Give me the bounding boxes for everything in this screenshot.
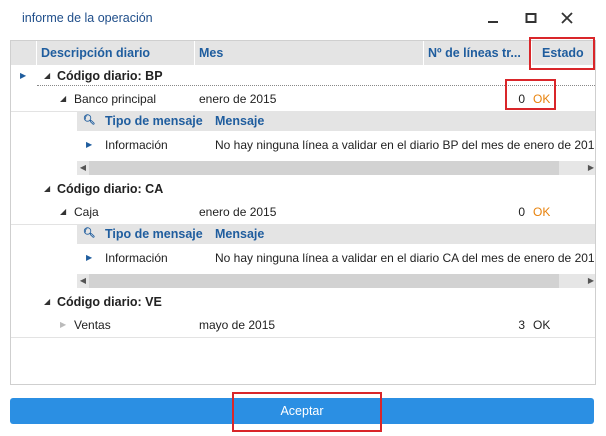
accept-button[interactable]: Aceptar xyxy=(10,398,594,424)
detail-grid-ca: 🔍︎ Tipo de mensaje Mensaje ▶ Información… xyxy=(77,224,596,290)
cell-descripcion: Ventas xyxy=(74,318,111,332)
minimize-button[interactable] xyxy=(481,8,505,28)
collapse-triangle-icon[interactable]: ◢ xyxy=(44,71,50,80)
data-row-ca[interactable]: ◢ Caja enero de 2015 0 OK xyxy=(11,200,595,224)
cell-estado: OK xyxy=(533,92,551,106)
scroll-right-icon[interactable]: ▶ xyxy=(585,161,595,175)
group-label: Código diario: VE xyxy=(57,295,162,309)
cell-mes: enero de 2015 xyxy=(199,92,277,106)
detail-cell-mensaje: No hay ninguna línea a validar en el dia… xyxy=(215,138,596,152)
scroll-left-icon[interactable]: ◀ xyxy=(77,274,89,288)
data-row-bp[interactable]: ◢ Banco principal enero de 2015 0 OK xyxy=(11,87,595,111)
scroll-right-icon[interactable]: ▶ xyxy=(585,274,595,288)
cell-estado: OK xyxy=(533,205,551,219)
group-label: Código diario: BP xyxy=(57,69,163,83)
detail-grid-bp: 🔍︎ Tipo de mensaje Mensaje ▶ Información… xyxy=(77,111,596,177)
collapse-triangle-icon[interactable]: ◢ xyxy=(60,94,66,103)
cell-descripcion: Caja xyxy=(74,205,99,219)
data-row-ve[interactable]: ▶ Ventas mayo de 2015 3 OK xyxy=(11,313,595,337)
detail-cell-mensaje: No hay ninguna línea a validar en el dia… xyxy=(215,251,596,265)
column-header-mes[interactable]: Mes xyxy=(195,41,424,65)
detail-cell-tipo: Información xyxy=(105,138,168,152)
cell-mes: mayo de 2015 xyxy=(199,318,276,332)
focus-outline xyxy=(37,85,595,86)
group-row-ve[interactable]: ◢ Código diario: VE xyxy=(11,291,595,313)
detail-column-tipo[interactable]: Tipo de mensaje xyxy=(105,111,203,131)
maximize-icon xyxy=(525,13,537,23)
cell-descripcion: Banco principal xyxy=(74,92,157,106)
cell-lineas: 0 xyxy=(518,205,525,219)
report-grid: Descripción diario Mes Nº de líneas tr..… xyxy=(10,40,596,385)
horizontal-scrollbar[interactable]: ◀ ▶ xyxy=(77,274,595,288)
cell-mes: enero de 2015 xyxy=(199,205,277,219)
window-title: informe de la operación xyxy=(22,11,153,25)
collapse-triangle-icon[interactable]: ◢ xyxy=(60,207,66,216)
title-bar: informe de la operación xyxy=(0,0,606,36)
column-header-descripcion[interactable]: Descripción diario xyxy=(37,41,195,65)
column-header-lineas[interactable]: Nº de líneas tr... xyxy=(424,41,532,65)
column-header-estado[interactable]: Estado xyxy=(532,41,595,65)
current-row-indicator-icon: ▶ xyxy=(86,253,93,262)
close-button[interactable] xyxy=(555,8,579,28)
row-divider xyxy=(11,337,595,338)
scrollbar-thumb[interactable] xyxy=(89,274,559,288)
scrollbar-thumb[interactable] xyxy=(89,161,559,175)
header-indicator-cell xyxy=(11,41,37,65)
horizontal-scrollbar[interactable]: ◀ ▶ xyxy=(77,161,595,175)
detail-cell-tipo: Información xyxy=(105,251,168,265)
group-row-ca[interactable]: ◢ Código diario: CA xyxy=(11,178,595,200)
detail-header: 🔍︎ Tipo de mensaje Mensaje xyxy=(77,224,595,244)
cell-lineas: 3 xyxy=(518,318,525,332)
group-label: Código diario: CA xyxy=(57,182,164,196)
close-icon xyxy=(561,12,573,24)
minimize-icon xyxy=(488,21,498,23)
detail-header: 🔍︎ Tipo de mensaje Mensaje xyxy=(77,111,595,131)
detail-column-tipo[interactable]: Tipo de mensaje xyxy=(105,224,203,244)
detail-column-mensaje[interactable]: Mensaje xyxy=(215,111,264,131)
detail-column-mensaje[interactable]: Mensaje xyxy=(215,224,264,244)
cell-estado: OK xyxy=(533,318,551,332)
maximize-button[interactable] xyxy=(519,8,543,28)
collapse-triangle-icon[interactable]: ◢ xyxy=(44,297,50,306)
expand-triangle-icon[interactable]: ▶ xyxy=(60,320,66,329)
scroll-left-icon[interactable]: ◀ xyxy=(77,161,89,175)
cell-lineas: 0 xyxy=(518,92,525,106)
group-row-bp[interactable]: ▶ ◢ Código diario: BP xyxy=(11,65,595,87)
search-icon[interactable]: 🔍︎ xyxy=(83,224,96,244)
search-icon[interactable]: 🔍︎ xyxy=(83,111,96,131)
current-row-indicator-icon: ▶ xyxy=(20,71,27,80)
grid-header: Descripción diario Mes Nº de líneas tr..… xyxy=(11,41,595,65)
collapse-triangle-icon[interactable]: ◢ xyxy=(44,184,50,193)
current-row-indicator-icon: ▶ xyxy=(86,140,93,149)
